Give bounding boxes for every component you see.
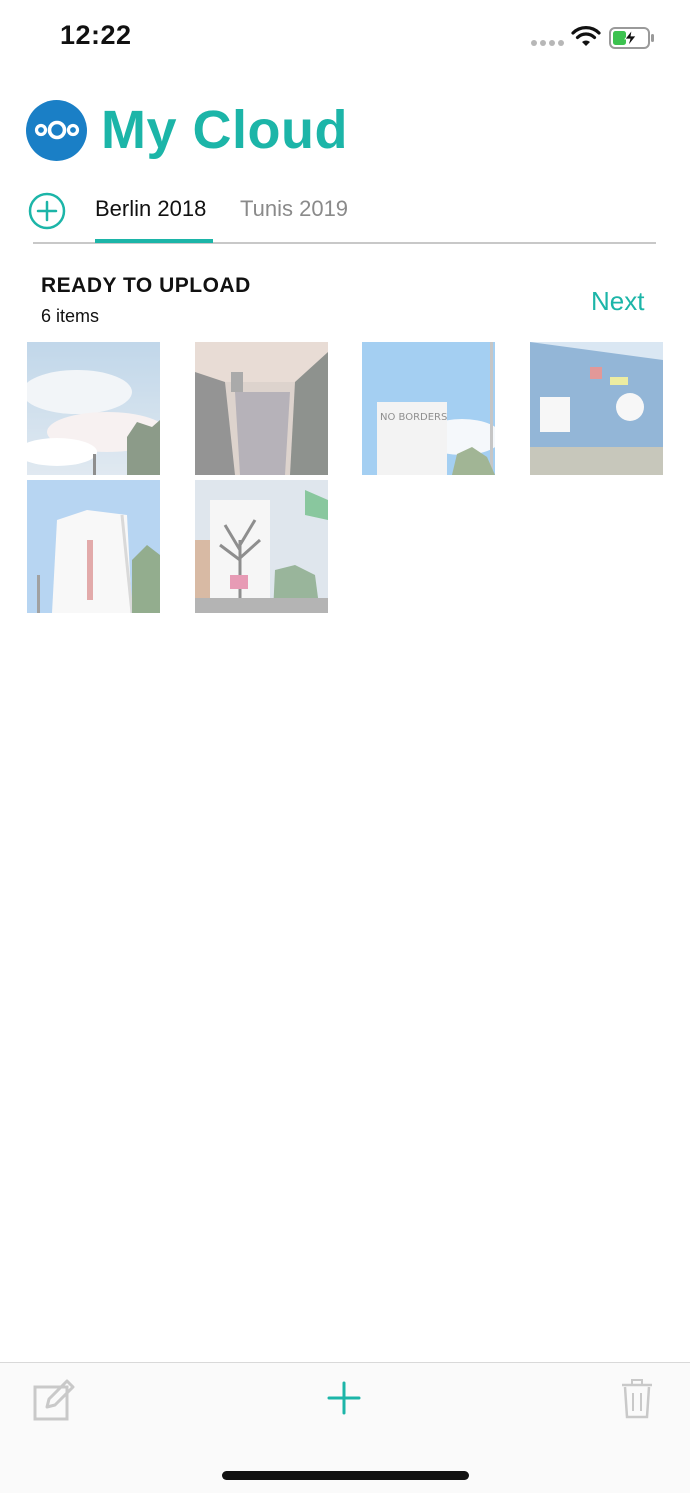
photo-thumbnail-tall-building[interactable]	[27, 480, 160, 613]
home-indicator	[222, 1471, 469, 1480]
photo-thumbnail-graffiti-wall[interactable]	[530, 342, 663, 475]
tab-berlin-2018[interactable]: Berlin 2018	[95, 196, 206, 222]
add-photo-icon[interactable]	[327, 1381, 361, 1415]
photo-thumbnail-canal-sunset[interactable]	[195, 342, 328, 475]
album-tabs: Berlin 2018 Tunis 2019	[0, 186, 690, 246]
app-header: My Cloud	[26, 98, 348, 162]
edit-icon[interactable]	[33, 1379, 75, 1421]
status-time: 12:22	[60, 20, 132, 50]
svg-text:NO BORDERS: NO BORDERS	[380, 412, 447, 423]
nextcloud-logo-icon	[26, 99, 87, 161]
add-album-icon[interactable]	[28, 192, 66, 230]
app-title: My Cloud	[101, 100, 348, 160]
status-bar: 12:22	[0, 0, 690, 80]
item-count: 6 items	[41, 306, 100, 326]
photo-thumbnail-tree-mural-building[interactable]	[195, 480, 328, 613]
trash-icon[interactable]	[620, 1379, 654, 1419]
tab-tunis-2019[interactable]: Tunis 2019	[240, 196, 348, 222]
wifi-icon	[571, 26, 601, 46]
next-button[interactable]: Next	[591, 286, 644, 317]
section-title: READY TO UPLOAD	[41, 274, 251, 297]
battery-icon	[609, 27, 654, 49]
active-tab-indicator	[95, 239, 213, 243]
photo-thumbnail-sky-clouds[interactable]	[27, 342, 160, 475]
photo-thumbnail-building-no-borders[interactable]: NO BORDERS	[362, 342, 495, 475]
cellular-signal-icon	[531, 40, 564, 46]
bottom-toolbar	[0, 1362, 690, 1493]
